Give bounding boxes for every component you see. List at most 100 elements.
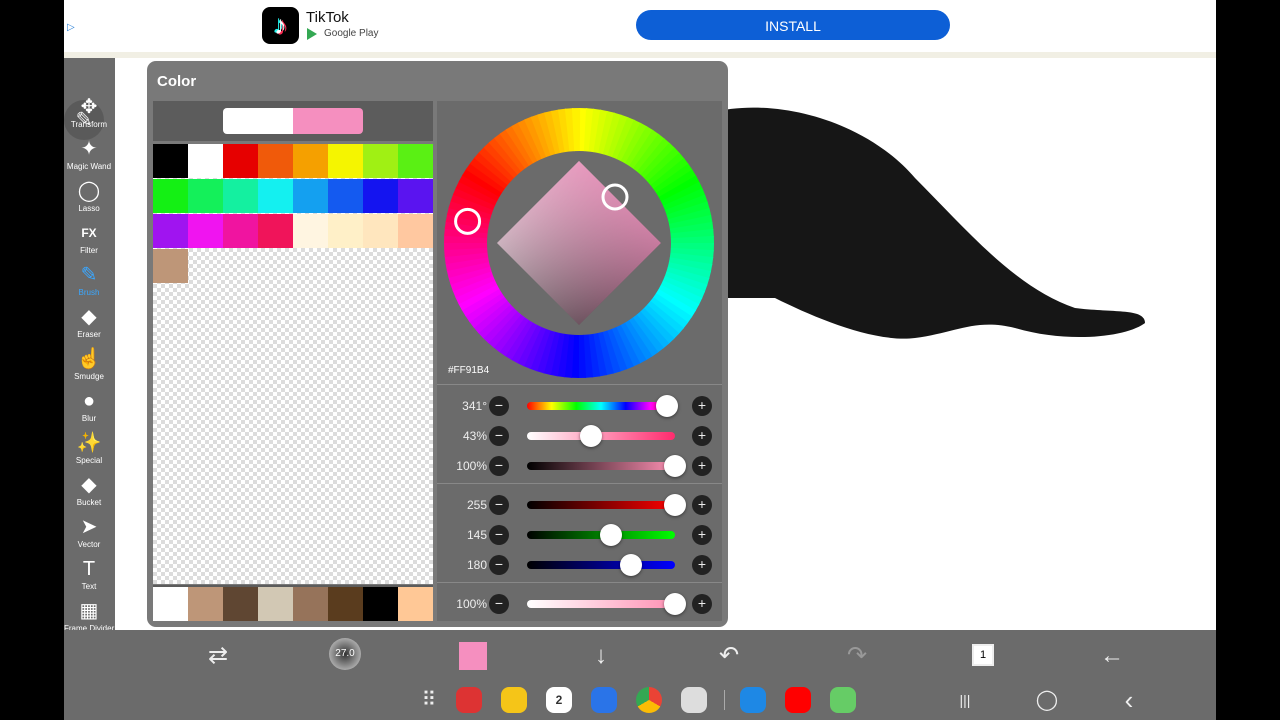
ad-banner[interactable]: ▷ ♪ TikTok Google Play INSTALL [64,0,1216,52]
palette-swatch[interactable] [223,214,258,248]
green-decrease-button[interactable]: − [489,525,509,545]
blue-decrease-button[interactable]: − [489,555,509,575]
tool-magic-wand[interactable]: ✦ Magic Wand [64,136,114,176]
tool-brush[interactable]: ✎ Brush [64,262,114,302]
recents-nav-icon[interactable]: ||| [950,685,980,715]
recent-color-swatch[interactable] [363,587,398,621]
palette-swatch[interactable] [328,214,363,248]
green-slider-knob[interactable] [600,524,623,546]
recent-color-swatch[interactable] [223,587,258,621]
palette-swatch[interactable] [153,249,188,283]
hue-wheel[interactable] [437,101,722,391]
tool-bucket[interactable]: ◆ Bucket [64,472,114,512]
back-nav-icon[interactable]: ‹ [1114,685,1144,715]
red-decrease-button[interactable]: − [489,495,509,515]
calendar-app-icon[interactable]: 2 [546,687,572,713]
back-arrow-icon[interactable]: ← [1094,638,1130,674]
palette-swatch[interactable] [398,179,433,213]
recent-color-swatch[interactable] [188,587,223,621]
download-arrow-icon[interactable]: ↓ [583,638,619,674]
palette-swatch[interactable] [223,179,258,213]
brightness-increase-button[interactable]: + [692,456,712,476]
brightness-decrease-button[interactable]: − [489,456,509,476]
hue-increase-button[interactable]: + [692,396,712,416]
blue-increase-button[interactable]: + [692,555,712,575]
palette-swatch[interactable] [153,179,188,213]
notes-app-icon[interactable] [456,687,482,713]
tool-transform[interactable]: ✥ Transform [64,94,114,134]
palette-swatch[interactable] [398,214,433,248]
current-color-button[interactable] [459,642,487,670]
palette-swatch[interactable] [223,144,258,178]
palette-swatch[interactable] [293,179,328,213]
palette-swatch[interactable] [188,214,223,248]
saturation-decrease-button[interactable]: − [489,426,509,446]
palette-swatch[interactable] [293,144,328,178]
undo-icon[interactable]: ↶ [711,638,747,674]
opacity-slider-knob[interactable] [664,593,686,615]
red-slider-track[interactable] [527,501,675,509]
hue-slider-knob[interactable] [656,395,679,417]
red-increase-button[interactable]: + [692,495,712,515]
palette-swatch[interactable] [153,214,188,248]
palette-swatch[interactable] [328,144,363,178]
home-nav-icon[interactable]: ◯ [1032,685,1062,715]
sub-color-swatch[interactable] [293,108,363,134]
ad-app-name: TikTok [306,9,349,26]
tool-blur[interactable]: ● Blur [64,388,114,428]
files-app-icon[interactable] [501,687,527,713]
opacity-decrease-button[interactable]: − [489,594,509,614]
brightness-slider-track[interactable] [527,462,675,470]
tool-eraser[interactable]: ◆ Eraser [64,304,114,344]
recent-color-swatch[interactable] [398,587,433,621]
layers-button[interactable]: 1 [972,644,994,666]
ibispaint-app-icon[interactable] [740,687,766,713]
palette-swatch[interactable] [188,179,223,213]
app-drawer-icon[interactable]: ⠿ [414,685,444,715]
tool-filter[interactable]: FX Filter [64,220,114,260]
tool-vector[interactable]: ➤ Vector [64,514,114,554]
word-app-icon[interactable] [830,687,856,713]
recent-color-swatch[interactable] [293,587,328,621]
palette-swatch[interactable] [328,179,363,213]
opacity-increase-button[interactable]: + [692,594,712,614]
hue-slider-track[interactable] [527,402,675,410]
main-color-swatch[interactable] [223,108,293,134]
chrome-app-icon[interactable] [636,687,662,713]
palette-swatch[interactable] [363,179,398,213]
recent-color-swatch[interactable] [153,587,188,621]
palette-swatch[interactable] [363,144,398,178]
swap-colors-icon[interactable]: ⇄ [200,638,236,674]
palette-swatch[interactable] [293,214,328,248]
saturation-slider-knob[interactable] [579,425,602,447]
brush-size-button[interactable]: 27.0 [329,638,361,670]
red-slider-knob[interactable] [664,494,686,516]
recent-color-swatch[interactable] [258,587,293,621]
palette-swatch[interactable] [398,144,433,178]
camera-app-icon[interactable] [681,687,707,713]
palette-swatch[interactable] [188,144,223,178]
palette-swatch[interactable] [258,144,293,178]
blue-slider-track[interactable] [527,561,675,569]
redo-icon[interactable]: ↷ [839,638,875,674]
hue-value: 341° [462,399,487,413]
green-increase-button[interactable]: + [692,525,712,545]
tool-lasso[interactable]: ◯ Lasso [64,178,114,218]
hue-decrease-button[interactable]: − [489,396,509,416]
brightness-slider-knob[interactable] [664,455,686,477]
ad-info-icon[interactable]: ▷ [67,23,77,38]
tool-special[interactable]: ✨ Special [64,430,114,470]
blue-slider-knob[interactable] [620,554,643,576]
messages-app-icon[interactable] [591,687,617,713]
palette-swatch[interactable] [363,214,398,248]
tool-text[interactable]: T Text [64,556,114,596]
install-button[interactable]: INSTALL [636,10,950,40]
opacity-slider-track[interactable] [527,600,675,608]
palette-swatch[interactable] [258,214,293,248]
tool-smudge[interactable]: ☝ Smudge [64,346,114,386]
youtube-app-icon[interactable] [785,687,811,713]
saturation-increase-button[interactable]: + [692,426,712,446]
recent-color-swatch[interactable] [328,587,363,621]
palette-swatch[interactable] [258,179,293,213]
palette-swatch[interactable] [153,144,188,178]
